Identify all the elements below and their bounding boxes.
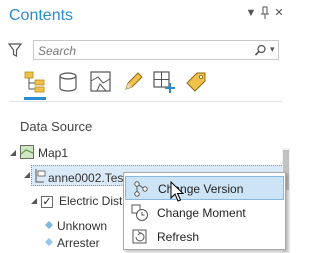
list-by-snapping-icon[interactable]: [151, 69, 177, 95]
list-by-data-source-icon[interactable]: [55, 69, 81, 95]
list-by-labeling-icon[interactable]: [183, 69, 209, 95]
tree-item-sublayer[interactable]: Unknown: [57, 219, 107, 233]
collapse-triangle-icon[interactable]: [30, 197, 38, 205]
change-version-icon: [134, 181, 148, 197]
list-by-drawing-order-icon[interactable]: [22, 69, 48, 95]
menu-item-label: Change Moment: [157, 206, 246, 220]
menu-item-change-version[interactable]: Change Version: [125, 176, 284, 200]
section-label: Data Source: [20, 119, 93, 134]
pin-icon: [261, 6, 269, 19]
close-icon: ✕: [274, 7, 284, 19]
panel-title: Contents: [9, 7, 74, 24]
search-icon[interactable]: [254, 44, 267, 57]
menu-item-refresh[interactable]: Refresh: [125, 225, 284, 249]
search-input[interactable]: [38, 43, 248, 58]
search-box[interactable]: ▾: [33, 40, 279, 60]
pin-button[interactable]: [258, 6, 272, 20]
symbol-arrester-icon: [45, 238, 53, 246]
menu-item-change-moment[interactable]: Change Moment: [125, 201, 284, 225]
list-by-editing-map-icon[interactable]: [88, 69, 114, 95]
map-icon: [20, 145, 34, 159]
data-source-icon: [35, 169, 46, 183]
panel-options-button[interactable]: ▼: [244, 6, 258, 20]
close-button[interactable]: ✕: [272, 6, 286, 20]
list-by-editing-icon[interactable]: [120, 69, 146, 95]
toolbar-divider: [10, 101, 282, 102]
filter-icon[interactable]: [8, 42, 22, 58]
change-moment-icon: [131, 204, 148, 221]
collapse-triangle-icon[interactable]: [9, 149, 17, 157]
refresh-icon: [132, 229, 147, 244]
context-menu: Change Version Change Moment Refresh: [123, 172, 286, 250]
tree-item-map[interactable]: Map1: [38, 146, 68, 160]
active-tool-indicator: [24, 97, 46, 100]
tree-item-sublayer[interactable]: Arrester: [57, 236, 100, 250]
mouse-pointer-icon: [170, 181, 184, 202]
chevron-down-icon: ▼: [245, 7, 257, 19]
collapse-triangle-icon[interactable]: [23, 171, 31, 179]
symbol-unknown-icon: [45, 221, 53, 229]
layer-visibility-checkbox[interactable]: ✓: [41, 196, 53, 208]
search-options-chevron-icon[interactable]: ▾: [270, 44, 275, 55]
menu-item-label: Refresh: [157, 230, 200, 244]
